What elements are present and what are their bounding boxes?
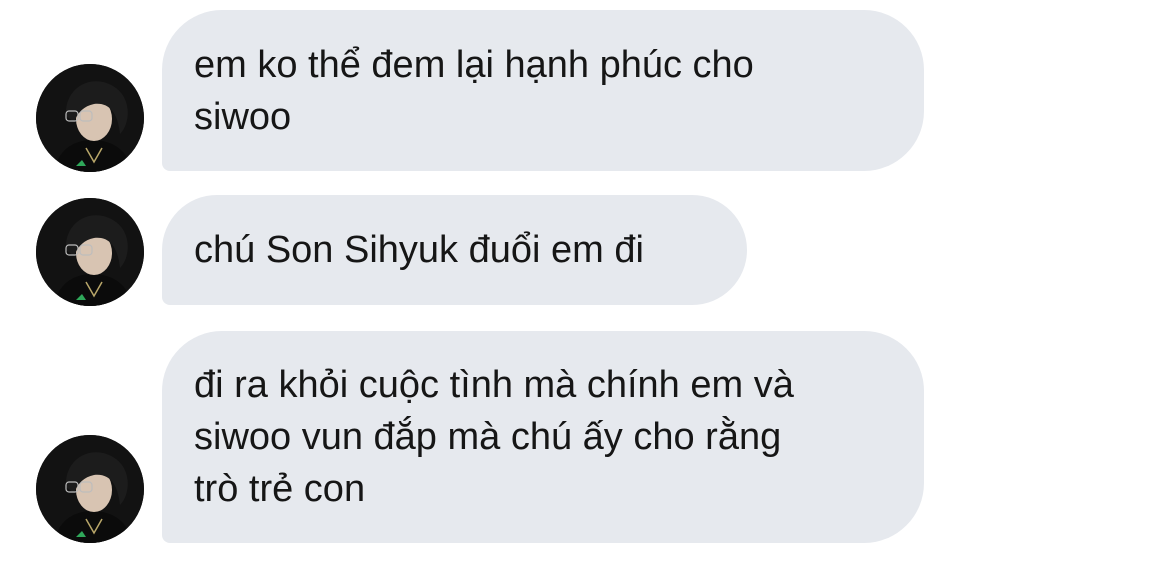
person-avatar-icon — [36, 198, 144, 306]
message-text: em ko thể đem lại hạnh phúc cho siwoo — [194, 43, 754, 138]
avatar[interactable] — [36, 64, 144, 172]
message-text: chú Son Sihyuk đuổi em đi — [194, 229, 644, 271]
message-bubble[interactable]: đi ra khỏi cuộc tình mà chính em và siwo… — [162, 331, 924, 543]
person-avatar-icon — [36, 64, 144, 172]
avatar[interactable] — [36, 198, 144, 306]
message-bubble[interactable]: em ko thể đem lại hạnh phúc cho siwoo — [162, 10, 924, 171]
message-text: đi ra khỏi cuộc tình mà chính em và siwo… — [194, 364, 794, 510]
avatar[interactable] — [36, 435, 144, 543]
person-avatar-icon — [36, 435, 144, 543]
message-bubble[interactable]: chú Son Sihyuk đuổi em đi — [162, 195, 747, 305]
